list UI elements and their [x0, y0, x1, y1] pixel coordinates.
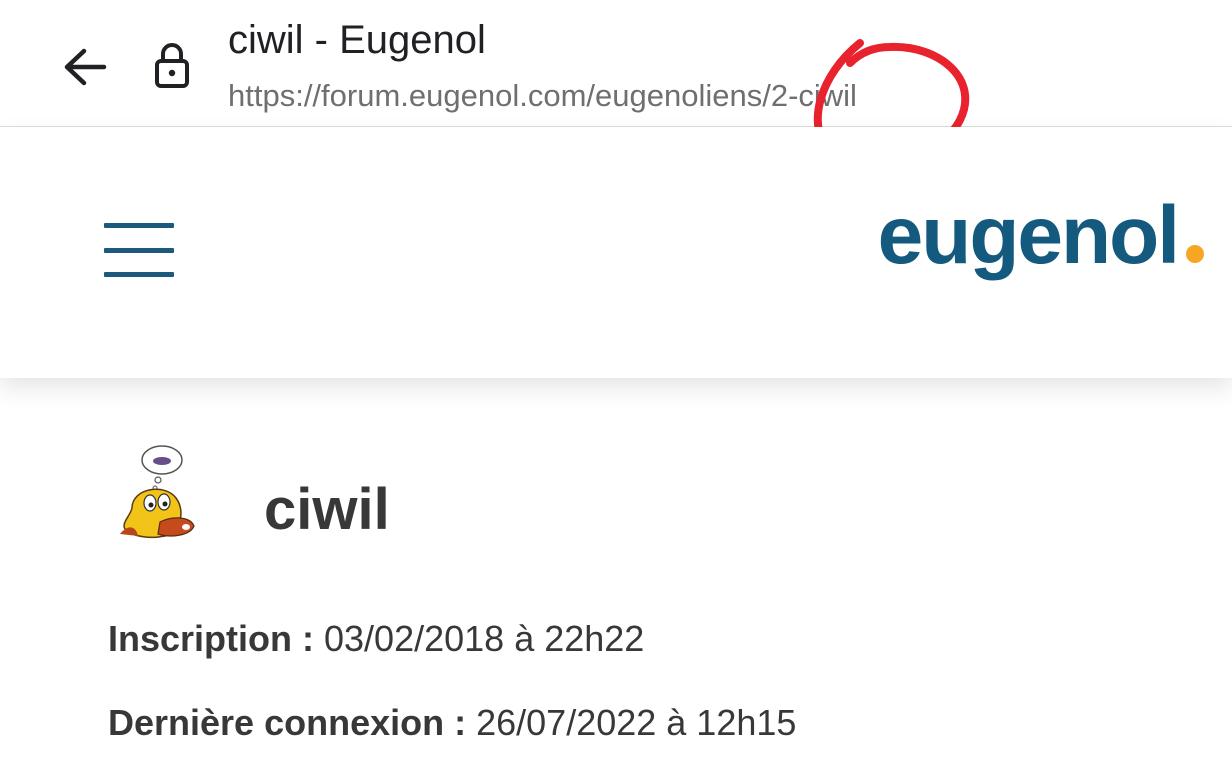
registration-label: Inscription : [108, 618, 314, 659]
url-text[interactable]: https://forum.eugenol.com/eugenoliens/2-… [228, 78, 857, 114]
page-title: ciwil - Eugenol [228, 18, 486, 62]
logo-dot [1186, 245, 1204, 263]
profile-username: ciwil [264, 477, 390, 542]
logo-text: eugenol [877, 190, 1180, 281]
registration-info: Inscription : 03/02/2018 à 22h22 [108, 618, 644, 660]
last-login-date: 26/07/2022 à 12h15 [476, 702, 797, 743]
last-login-info: Dernière connexion : 26/07/2022 à 12h15 [108, 702, 796, 744]
avatar [120, 445, 195, 538]
site-header: eugenol [0, 127, 1232, 378]
browser-address-bar: ciwil - Eugenol https://forum.eugenol.co… [0, 0, 1232, 127]
arrow-left-icon [64, 48, 107, 86]
lock-icon[interactable] [150, 40, 194, 90]
profile-section: ciwil Inscription : 03/02/2018 à 22h22 D… [0, 378, 1232, 782]
registration-date: 03/02/2018 à 22h22 [324, 618, 645, 659]
eugenol-logo[interactable]: eugenol [878, 189, 1204, 283]
last-login-label: Dernière connexion : [108, 702, 467, 743]
back-button[interactable] [58, 40, 112, 94]
hamburger-menu-icon[interactable] [104, 219, 178, 281]
